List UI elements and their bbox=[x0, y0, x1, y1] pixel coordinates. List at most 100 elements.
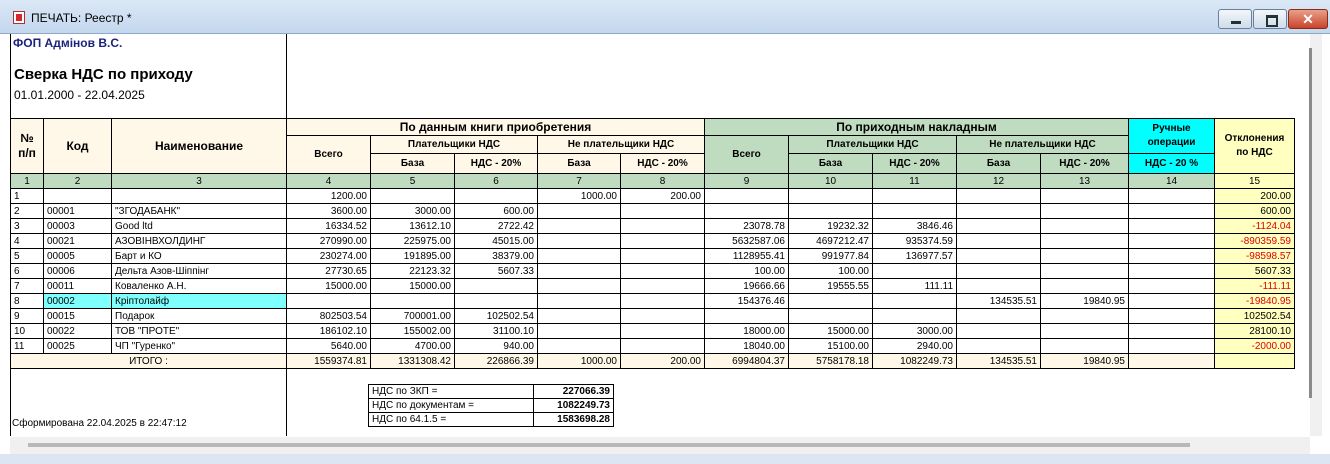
table-row[interactable]: 6 00006 Дельта Азов-Шіппінг 27730.65 22123.3… bbox=[10, 263, 1295, 279]
maximize-button[interactable] bbox=[1253, 9, 1287, 29]
window-titlebar: ПЕЧАТЬ: Реестр * ✕ bbox=[0, 0, 1330, 34]
cell-book-payers-base: 13612.10 bbox=[370, 218, 455, 234]
column-number-cell: 7 bbox=[537, 173, 621, 189]
cell-inv-total: 100.00 bbox=[704, 263, 789, 279]
cell-book-nonpayers-base: 1000.00 bbox=[537, 188, 621, 204]
cell-book-payers-vat bbox=[454, 278, 538, 294]
column-number-cell: 14 bbox=[1128, 173, 1215, 189]
total-manual-vat bbox=[1128, 353, 1215, 369]
cell-book-total: 802503.54 bbox=[286, 308, 371, 324]
close-button[interactable]: ✕ bbox=[1288, 9, 1328, 29]
column-number-cell: 6 bbox=[454, 173, 538, 189]
table-row[interactable]: 8 00002 Кріптолайф 154376.46 134535.51 19840.… bbox=[10, 293, 1295, 309]
cell-num: 6 bbox=[10, 263, 44, 279]
total-book-nonpayers-vat: 200.00 bbox=[620, 353, 705, 369]
horizontal-scrollbar-thumb[interactable] bbox=[28, 443, 1190, 447]
cell-book-payers-base: 191895.00 bbox=[370, 248, 455, 264]
cell-book-nonpayers-base bbox=[537, 338, 621, 354]
cell-inv-nonpayers-base bbox=[956, 218, 1041, 234]
close-icon: ✕ bbox=[1302, 11, 1314, 27]
table-row[interactable]: 4 00021 АЗОВІНВХОЛДИНГ 270990.00 225975.00 45… bbox=[10, 233, 1295, 249]
minimize-button[interactable] bbox=[1218, 9, 1252, 29]
table-row[interactable]: 10 00022 ТОВ "ПРОТЕ" 186102.10 155002.00 3110… bbox=[10, 323, 1295, 339]
cell-deviation: -890359.59 bbox=[1214, 233, 1295, 249]
cell-book-nonpayers-base bbox=[537, 293, 621, 309]
cell-inv-nonpayers-vat bbox=[1040, 338, 1129, 354]
cell-inv-total bbox=[704, 308, 789, 324]
cell-book-total: 1200.00 bbox=[286, 188, 371, 204]
summary-label: НДС по документам = bbox=[368, 398, 534, 413]
cell-inv-payers-base bbox=[788, 188, 873, 204]
table-row[interactable]: 1 1200.00 1000.00 200.00 200.00 bbox=[10, 188, 1295, 204]
cell-book-total: 5640.00 bbox=[286, 338, 371, 354]
report-header-divider bbox=[286, 34, 287, 118]
total-inv-payers-base: 5758178.18 bbox=[788, 353, 873, 369]
summary-label: НДС по 64.1.5 = bbox=[368, 412, 534, 427]
column-number-row: 1 2 3 4 5 6 7 8 9 10 11 12 13 14 15 bbox=[10, 173, 1295, 189]
cell-deviation: 200.00 bbox=[1214, 188, 1295, 204]
col-header-book-total: Всего bbox=[286, 135, 371, 174]
table-row[interactable]: 11 00025 ЧП "Гуренко" 5640.00 4700.00 940.00 1… bbox=[10, 338, 1295, 354]
cell-deviation: -1124.04 bbox=[1214, 218, 1295, 234]
table-row[interactable]: 9 00015 Подарок 802503.54 700001.00 102502.54… bbox=[10, 308, 1295, 324]
cell-name: АЗОВІНВХОЛДИНГ bbox=[111, 233, 287, 249]
cell-book-payers-base: 4700.00 bbox=[370, 338, 455, 354]
col-header-inv-nonpayers-base: База bbox=[956, 153, 1041, 174]
column-number-cell: 1 bbox=[10, 173, 44, 189]
totals-label: ИТОГО : bbox=[10, 353, 287, 369]
cell-num: 4 bbox=[10, 233, 44, 249]
cell-code: 00002 bbox=[43, 293, 112, 309]
cell-inv-total: 1128955.41 bbox=[704, 248, 789, 264]
cell-code: 00003 bbox=[43, 218, 112, 234]
report-footer-divider bbox=[286, 369, 287, 436]
generated-timestamp: Сформирована 22.04.2025 в 22:47:12 bbox=[12, 418, 187, 429]
table-row[interactable]: 2 00001 "ЗГОДАБАНК" 3600.00 3000.00 600.00 600… bbox=[10, 203, 1295, 219]
cell-inv-total: 19666.66 bbox=[704, 278, 789, 294]
cell-manual-vat bbox=[1128, 203, 1215, 219]
vertical-scrollbar-thumb[interactable] bbox=[1309, 48, 1312, 398]
col-header-deviation: Отклонения по НДС bbox=[1214, 118, 1295, 174]
maximize-icon bbox=[1266, 15, 1278, 27]
column-number-cell: 15 bbox=[1214, 173, 1295, 189]
cell-inv-payers-vat: 3000.00 bbox=[872, 323, 957, 339]
cell-book-nonpayers-vat: 200.00 bbox=[620, 188, 705, 204]
cell-book-nonpayers-base bbox=[537, 203, 621, 219]
table-row[interactable]: 5 00005 Барт и КО 230274.00 191895.00 38379.0… bbox=[10, 248, 1295, 264]
cell-inv-payers-base: 19555.55 bbox=[788, 278, 873, 294]
column-number-cell: 12 bbox=[956, 173, 1041, 189]
cell-inv-nonpayers-base bbox=[956, 248, 1041, 264]
cell-inv-payers-vat bbox=[872, 263, 957, 279]
cell-inv-payers-vat bbox=[872, 308, 957, 324]
cell-deviation: 5607.33 bbox=[1214, 263, 1295, 279]
cell-book-nonpayers-base bbox=[537, 248, 621, 264]
cell-name: ЧП "Гуренко" bbox=[111, 338, 287, 354]
cell-manual-vat bbox=[1128, 188, 1215, 204]
cell-book-total: 3600.00 bbox=[286, 203, 371, 219]
table-row[interactable]: 7 00011 Коваленко А.Н. 15000.00 15000.00 1966… bbox=[10, 278, 1295, 294]
cell-book-payers-vat: 2722.42 bbox=[454, 218, 538, 234]
cell-book-total: 16334.52 bbox=[286, 218, 371, 234]
cell-num: 9 bbox=[10, 308, 44, 324]
cell-book-payers-base: 700001.00 bbox=[370, 308, 455, 324]
cell-name: Барт и КО bbox=[111, 248, 287, 264]
column-number-cell: 5 bbox=[370, 173, 455, 189]
col-group-book-nonpayers: Не плательщики НДС bbox=[537, 135, 705, 154]
cell-inv-nonpayers-vat bbox=[1040, 248, 1129, 264]
cell-inv-nonpayers-vat bbox=[1040, 323, 1129, 339]
col-header-manual: Ручные операции bbox=[1128, 118, 1215, 154]
vat-summary-table: НДС по ЗКП = 227066.39 НДС по документам =… bbox=[368, 384, 614, 427]
column-number-cell: 2 bbox=[43, 173, 112, 189]
table-row[interactable]: 3 00003 Good ltd 16334.52 13612.10 2722.42 230… bbox=[10, 218, 1295, 234]
summary-row: НДС по ЗКП = 227066.39 bbox=[368, 384, 614, 399]
cell-book-total: 270990.00 bbox=[286, 233, 371, 249]
cell-manual-vat bbox=[1128, 218, 1215, 234]
cell-inv-nonpayers-vat bbox=[1040, 278, 1129, 294]
cell-name: Коваленко А.Н. bbox=[111, 278, 287, 294]
cell-book-payers-vat: 600.00 bbox=[454, 203, 538, 219]
column-number-cell: 4 bbox=[286, 173, 371, 189]
cell-deviation: -19840.95 bbox=[1214, 293, 1295, 309]
cell-inv-payers-base: 991977.84 bbox=[788, 248, 873, 264]
cell-inv-payers-base: 4697212.47 bbox=[788, 233, 873, 249]
total-book-payers-base: 1331308.42 bbox=[370, 353, 455, 369]
cell-inv-nonpayers-vat bbox=[1040, 263, 1129, 279]
